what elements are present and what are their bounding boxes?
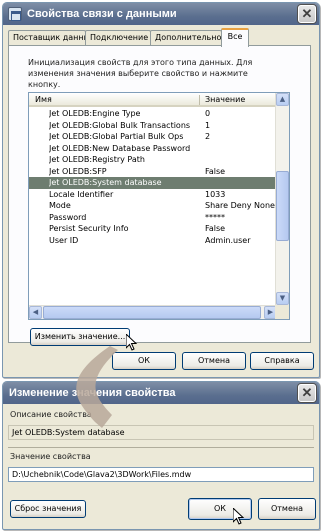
- tab-all[interactable]: Все: [221, 28, 249, 47]
- mouse-pointer-icon-2: [233, 508, 245, 525]
- tab-all-label: Все: [227, 32, 243, 41]
- curved-arrow-annotation: [76, 346, 118, 428]
- mouse-pointer-icon: [126, 334, 138, 351]
